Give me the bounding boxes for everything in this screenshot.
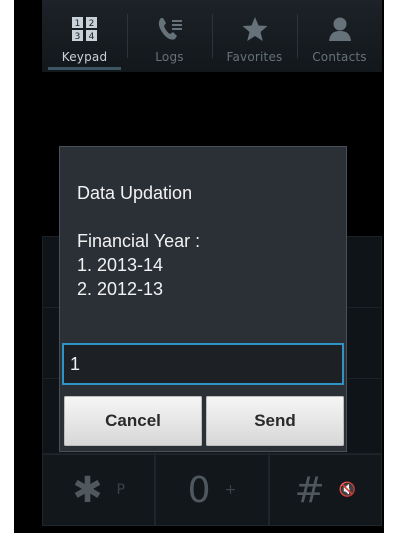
svg-text:3: 3 bbox=[74, 32, 80, 42]
key-main-glyph: ✱ bbox=[72, 469, 103, 511]
person-icon bbox=[326, 14, 354, 44]
dial-key-zero[interactable]: 0 + bbox=[155, 454, 269, 526]
tab-bar: 1 2 3 4 Keypad Logs Favorites Contacts bbox=[42, 0, 382, 72]
key-main-glyph: # bbox=[294, 469, 325, 511]
keypad-icon: 1 2 3 4 bbox=[70, 14, 100, 44]
dialog-title: Data Updation bbox=[77, 183, 193, 203]
call-log-icon bbox=[155, 14, 185, 44]
option-item: 2. 2012-13 bbox=[77, 279, 164, 299]
tab-contacts[interactable]: Contacts bbox=[297, 0, 382, 72]
tab-favorites[interactable]: Favorites bbox=[212, 0, 297, 72]
ussd-dialog: Data Updation Financial Year : 1. 2013-1… bbox=[59, 146, 347, 452]
response-input[interactable] bbox=[62, 343, 344, 385]
dialpad-bottom-row: ✱ P 0 + # 🔇 bbox=[42, 454, 382, 526]
cancel-button[interactable]: Cancel bbox=[64, 396, 202, 446]
svg-text:4: 4 bbox=[88, 32, 94, 42]
dialog-buttons: Cancel Send bbox=[64, 396, 344, 446]
dialog-message: Data Updation Financial Year : 1. 2013-1… bbox=[77, 181, 336, 301]
star-icon bbox=[241, 14, 269, 44]
key-main-glyph: 0 bbox=[187, 469, 211, 511]
tab-label: Favorites bbox=[226, 50, 283, 64]
tab-label: Contacts bbox=[312, 50, 367, 64]
key-sub-glyph: P bbox=[116, 482, 125, 498]
tab-logs[interactable]: Logs bbox=[127, 0, 212, 72]
tab-keypad[interactable]: 1 2 3 4 Keypad bbox=[42, 0, 127, 72]
option-item: 1. 2013-14 bbox=[77, 255, 164, 275]
dial-key-star[interactable]: ✱ P bbox=[42, 454, 156, 526]
send-button[interactable]: Send bbox=[206, 396, 344, 446]
svg-text:1: 1 bbox=[74, 19, 80, 29]
dialog-heading: Financial Year : bbox=[77, 231, 201, 251]
mute-icon: 🔇 bbox=[338, 482, 357, 498]
tab-label: Keypad bbox=[61, 50, 108, 64]
tab-label: Logs bbox=[155, 50, 184, 64]
dial-key-hash[interactable]: # 🔇 bbox=[268, 454, 382, 526]
svg-text:2: 2 bbox=[88, 19, 94, 29]
key-sub-glyph: + bbox=[224, 482, 237, 498]
